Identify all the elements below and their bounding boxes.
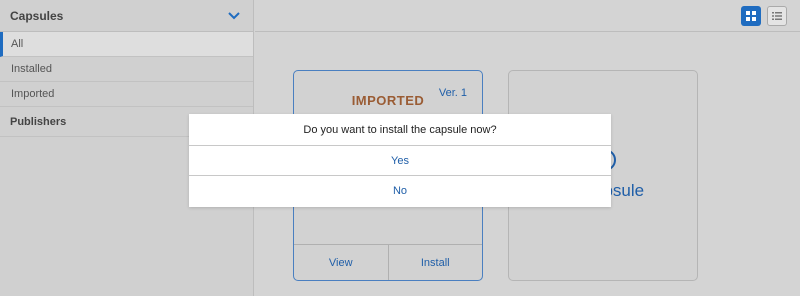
grid-view-icon [746, 11, 756, 21]
install-confirm-dialog: Do you want to install the capsule now? … [189, 114, 611, 207]
sidebar-item-installed[interactable]: Installed [0, 57, 253, 82]
view-button[interactable]: View [294, 245, 389, 280]
sidebar-item-all[interactable]: All [0, 32, 253, 57]
grid-view-button[interactable] [741, 6, 761, 26]
list-view-button[interactable] [767, 6, 787, 26]
top-toolbar [255, 0, 800, 32]
dialog-message: Do you want to install the capsule now? [189, 114, 611, 146]
sidebar-item-label: Imported [11, 88, 55, 100]
sidebar-item-label: Installed [11, 63, 52, 75]
sidebar-section-label: Publishers [10, 115, 67, 128]
capsule-card-actions: View Install [294, 244, 482, 280]
sidebar-item-label: All [11, 38, 24, 50]
install-button[interactable]: Install [389, 245, 483, 280]
list-view-icon [772, 12, 782, 20]
capsule-version: Ver. 1 [438, 87, 467, 99]
sidebar-title: Capsules [10, 8, 64, 23]
yes-button[interactable]: Yes [189, 146, 611, 176]
sidebar-header[interactable]: Capsules [0, 0, 253, 32]
sidebar-item-imported[interactable]: Imported [0, 82, 253, 107]
no-button[interactable]: No [189, 176, 611, 206]
chevron-down-icon[interactable] [227, 11, 241, 21]
